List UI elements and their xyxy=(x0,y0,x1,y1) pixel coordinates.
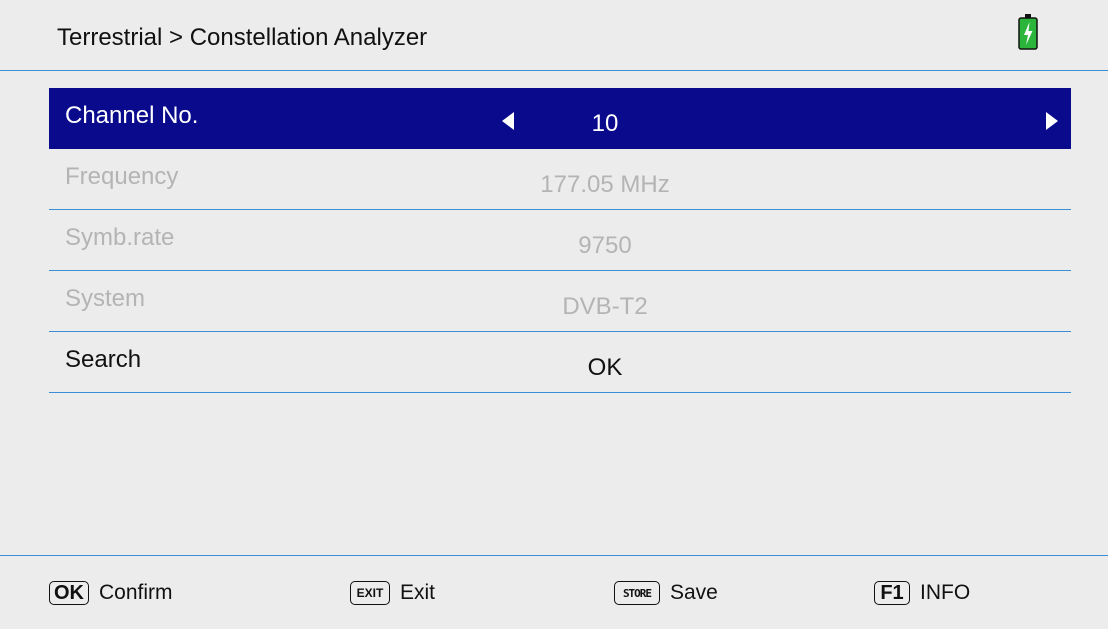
system-value: DVB-T2 xyxy=(562,293,648,320)
channel-no-value: 10 xyxy=(591,110,619,137)
menu-row-frequency: Frequency 177.05 MHz xyxy=(49,149,1071,210)
exit-key-icon: EXIT xyxy=(350,581,390,605)
search-value: OK xyxy=(587,354,623,381)
search-label: Search xyxy=(65,346,142,373)
symbol-rate-value: 9750 xyxy=(578,232,632,259)
battery-charging-icon xyxy=(1018,14,1038,50)
menu-row-symbol-rate: Symb.rate 9750 xyxy=(49,210,1071,271)
info-label: INFO xyxy=(920,581,971,604)
footer-exit[interactable]: EXIT Exit xyxy=(350,578,435,608)
confirm-label: Confirm xyxy=(99,581,173,604)
frequency-label: Frequency xyxy=(65,163,179,190)
store-key-icon: STORE xyxy=(614,581,660,605)
header-bar: Terrestrial > Constellation Analyzer xyxy=(0,0,1108,71)
page-title: Terrestrial > Constellation Analyzer xyxy=(57,24,428,51)
arrow-right-icon[interactable] xyxy=(1046,112,1058,130)
save-label: Save xyxy=(670,581,718,604)
footer-key-hints: OK Confirm EXIT Exit STORE Save F1 INFO xyxy=(0,555,1108,629)
settings-menu: Channel No. 10 Frequency 177.05 MHz Symb… xyxy=(49,88,1071,393)
menu-row-search[interactable]: Search OK xyxy=(49,332,1071,393)
footer-info[interactable]: F1 INFO xyxy=(874,578,970,608)
footer-save[interactable]: STORE Save xyxy=(614,578,718,608)
channel-no-label: Channel No. xyxy=(65,102,199,129)
exit-label: Exit xyxy=(400,581,436,604)
symbol-rate-label: Symb.rate xyxy=(65,224,175,251)
ok-key-icon: OK xyxy=(49,581,89,605)
menu-row-channel-no[interactable]: Channel No. 10 xyxy=(49,88,1071,149)
system-label: System xyxy=(65,285,146,312)
f1-key-icon: F1 xyxy=(874,581,910,605)
footer-confirm[interactable]: OK Confirm xyxy=(49,578,173,608)
frequency-value: 177.05 MHz xyxy=(540,171,670,198)
menu-row-system: System DVB-T2 xyxy=(49,271,1071,332)
